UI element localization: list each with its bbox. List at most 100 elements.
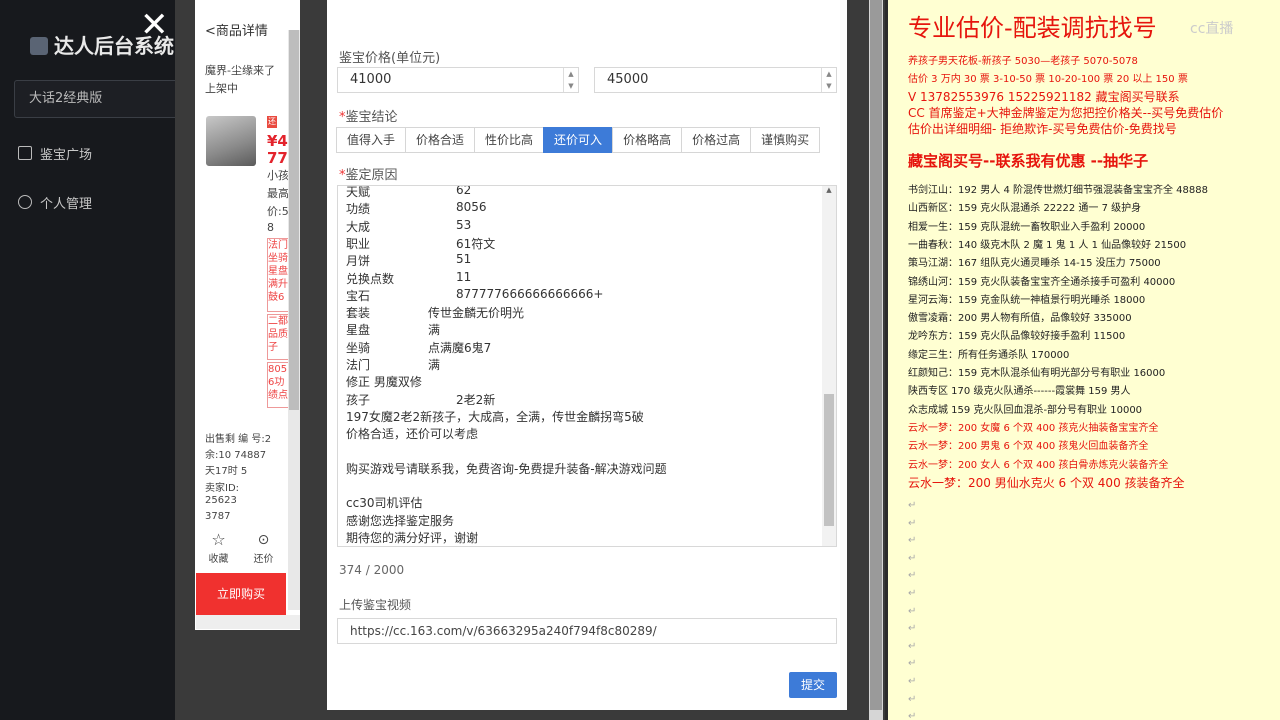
sidebar-item-label: 个人管理 — [40, 197, 93, 212]
result-tab[interactable]: 值得入手 — [336, 127, 407, 153]
bargain-tag: 还 — [267, 116, 277, 128]
meta-line: 出售剩 编 号:2 — [205, 434, 272, 445]
buy-now-button[interactable]: 立即购买 — [196, 573, 286, 615]
reason-value: 传世金麟无价明光 — [428, 306, 525, 321]
meta-line: 天17时 5 — [205, 466, 248, 477]
attr-tag: 法门坐骑星盘满升鼓6 — [267, 238, 289, 312]
reason-value: 点满魔6鬼7 — [428, 340, 492, 355]
star-icon: ☆ — [211, 530, 226, 549]
doc-header-line: V 13782553976 15225921182 藏宝阁买号联系 — [908, 90, 1180, 104]
spinner[interactable]: ▲ ▼ — [821, 68, 836, 92]
submit-button[interactable]: 提交 — [789, 672, 837, 698]
reason-textarea[interactable]: 天赋 62 功绩 8056 大成 53 职业 61符文 月饼 51 兑换点数 11 宝石 87777766… — [337, 185, 837, 547]
reason-line: 大成 53 — [346, 218, 471, 235]
modal-scroll-thumb[interactable] — [870, 0, 882, 710]
desc-line: 价:5 — [267, 205, 289, 218]
doc-title: 专业估价-配装调抗找号 — [908, 14, 1157, 42]
reason-line: 月饼 51 — [346, 252, 471, 269]
server-select[interactable]: 大话2经典版 — [14, 80, 189, 118]
price-text: ¥4 — [267, 132, 288, 150]
reason-value: 53 — [456, 217, 472, 232]
watermark: cc直播 — [1190, 21, 1234, 37]
desc-line: 最高 — [267, 187, 289, 200]
return-mark: ↵ — [908, 676, 917, 687]
reason-label: *鉴定原因 — [339, 168, 398, 183]
textarea-scroll-thumb[interactable] — [824, 394, 834, 526]
price-low-input[interactable]: 41000 ▲ ▼ — [337, 67, 579, 93]
video-url-input[interactable]: https://cc.163.com/v/63663295a240f794f8c… — [337, 618, 837, 644]
coin-icon: ⊙ — [257, 532, 270, 548]
attr-tag: 805 6功绩点 — [267, 362, 289, 408]
sidebar-item-personal[interactable]: 个人管理 — [18, 193, 92, 212]
doc-listing-line: 书剑江山：192 男人 4 阶混传世燃灯细节强混装备宝宝齐全 48888 — [908, 185, 1208, 196]
reason-key: 法门 — [346, 358, 371, 372]
reason-key: 期待您的满分好评，谢谢 — [346, 531, 479, 545]
desc-line: 8 — [267, 221, 274, 234]
close-icon[interactable]: ✕ — [140, 8, 169, 42]
reason-key: 孩子 — [346, 392, 371, 407]
return-mark: ↵ — [908, 517, 917, 529]
role-avatar — [206, 116, 256, 166]
desc-line: 小孩 — [267, 169, 289, 182]
back-link[interactable]: <商品详情 — [205, 20, 268, 39]
doc-header-line: 估价 3 万内 30 票 3-10-50 票 10-20-100 票 20 以上… — [908, 74, 1188, 85]
reason-value: 2老2新 — [456, 392, 496, 407]
bargain-button[interactable]: ⊙ 还价 — [241, 530, 286, 570]
return-mark: ↵ — [908, 711, 917, 720]
reason-key: 价格合适，还价可以考虑 — [346, 427, 479, 442]
result-tabs: 值得入手 价格合适 性价比高 还价可入 价格略高 价格过高 谨慎购买 — [336, 127, 821, 153]
reason-key: 197女魔2老2新孩子，大成高，全满，传世金麟拐弯5破 — [346, 409, 644, 424]
reason-key: 宝石 — [346, 288, 371, 303]
favorite-button[interactable]: ☆ 收藏 — [196, 530, 241, 570]
doc-listing-line: 陕西专区 170 级克火队通杀------霞裳舞 159 男人 — [908, 386, 1131, 398]
meta-line: 卖家ID: — [205, 483, 240, 494]
meta-line: 余:10 74887 — [205, 450, 267, 461]
result-tab[interactable]: 价格过高 — [681, 127, 752, 153]
reason-line: 职业 61符文 — [346, 235, 495, 252]
return-mark: ↵ — [908, 693, 917, 705]
return-mark: ↵ — [908, 552, 917, 564]
return-mark: ↵ — [908, 623, 917, 635]
return-mark: ↵ — [908, 500, 917, 511]
reason-key: 星盘 — [346, 323, 371, 338]
result-tab[interactable]: 价格合适 — [405, 127, 476, 153]
result-tab[interactable]: 价格略高 — [612, 127, 683, 153]
result-tab[interactable]: 还价可入 — [543, 127, 614, 153]
return-mark: ↵ — [908, 658, 917, 670]
reason-key: cc30司机评估 — [346, 496, 423, 511]
reason-line: 修正 男魔双修 — [346, 373, 422, 390]
panel-scroll-thumb[interactable] — [289, 30, 299, 410]
video-label: 上传鉴宝视频 — [339, 598, 412, 612]
price-high-input[interactable]: 45000 ▲ ▼ — [594, 67, 837, 93]
reason-line: 坐骑 点满魔6鬼7 — [346, 339, 491, 356]
book-icon — [18, 146, 32, 160]
return-mark: ↵ — [908, 535, 917, 547]
result-tab[interactable]: 性价比高 — [474, 127, 545, 153]
sidebar-item-appraisal-plaza[interactable]: 鉴宝广场 — [18, 144, 92, 163]
reason-line: 法门 满 — [346, 356, 440, 373]
horizontal-scrollbar[interactable] — [196, 615, 300, 629]
return-mark: ↵ — [908, 605, 917, 617]
return-mark: ↵ — [908, 640, 917, 652]
reason-key: 坐骑 — [346, 340, 371, 355]
reason-value: 满 — [428, 358, 441, 372]
reason-key: 大成 — [346, 219, 371, 234]
doc-header-line: 养孩子男天花板-新孩子 5030—老孩子 5070-5078 — [908, 56, 1138, 67]
reason-line: 功绩 8056 — [346, 200, 487, 217]
reason-line: 购买游戏号请联系我，免费咨询-免费提升装备-解决游戏问题 — [346, 460, 667, 477]
reason-key: 天赋 — [346, 185, 371, 199]
reason-key: 兑换点数 — [346, 271, 395, 286]
doc-listing-line: 傲雪凌霜：200 男人物有所值，品像较好 335000 — [908, 313, 1132, 325]
attr-tag: 二都品质子 — [267, 314, 289, 360]
doc-listing-line: 云水一梦：200 女魔 6 个双 400 孩克火抽装备宝宝齐全 — [908, 422, 1159, 434]
result-tab[interactable]: 谨慎购买 — [750, 127, 821, 153]
spinner[interactable]: ▲ ▼ — [563, 68, 578, 92]
doc-highlight: 藏宝阁买号--联系我有优惠 --抽华子 — [908, 152, 1149, 170]
doc-listing-line: 策马江湖：167 组队克火通灵睡杀 14-15 没压力 75000 — [908, 258, 1161, 270]
bargain-label: 还价 — [253, 554, 274, 565]
listing-status: 上架中 — [205, 82, 238, 95]
price-document: 专业估价-配装调抗找号 养孩子男天花板-新孩子 5030—老孩子 5070-50… — [888, 0, 1280, 720]
scroll-up-icon[interactable]: ▲ — [822, 186, 836, 194]
reason-line: 星盘 满 — [346, 321, 440, 338]
reason-key: 月饼 — [346, 254, 371, 269]
